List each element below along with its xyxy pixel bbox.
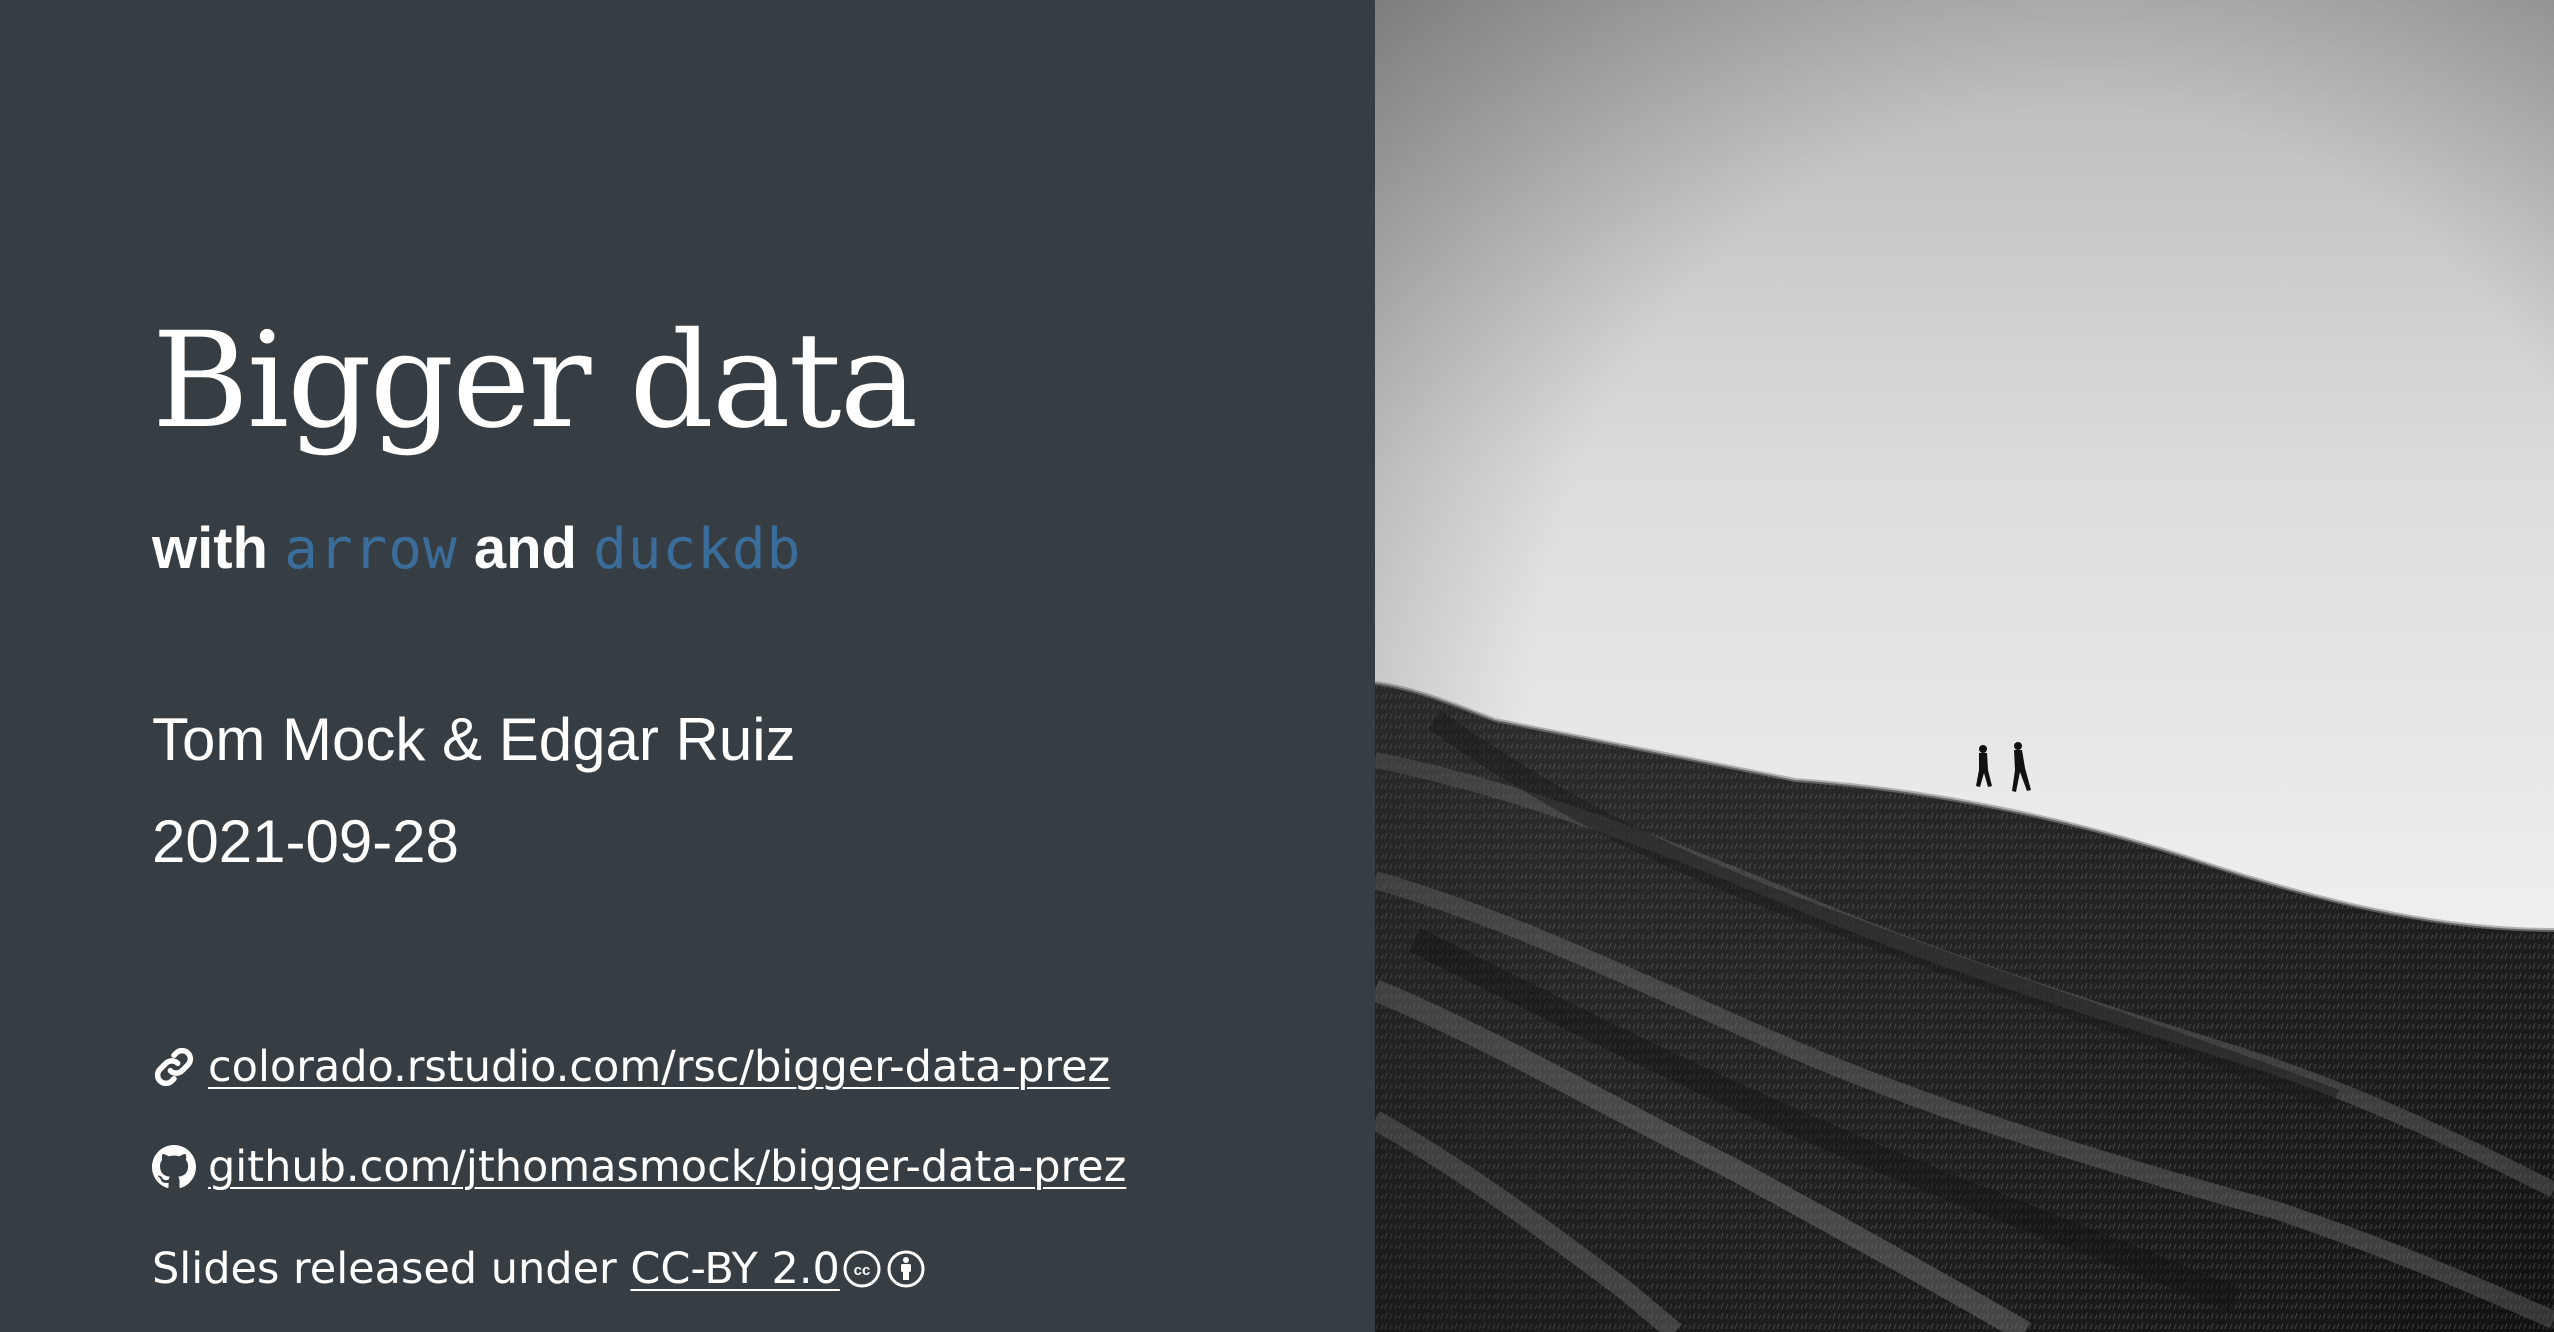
left-panel: Bigger data with arrow and duckdb Tom Mo… — [0, 0, 1375, 1332]
package-duckdb: duckdb — [593, 517, 802, 582]
link-icon — [152, 1045, 196, 1089]
subtitle-and: and — [473, 516, 577, 581]
package-arrow: arrow — [284, 517, 458, 582]
hillside-photo — [1375, 0, 2554, 1332]
license-link[interactable]: CC-BY 2.0 — [630, 1244, 840, 1294]
license-icons: cc — [842, 1249, 926, 1289]
slide-subtitle: with arrow and duckdb — [152, 520, 801, 578]
title-slide: Bigger data with arrow and duckdb Tom Mo… — [0, 0, 2554, 1332]
github-link-row: github.com/jthomasmock/bigger-data-prez — [152, 1142, 1126, 1192]
author-line: Tom Mock & Edgar Ruiz — [152, 706, 796, 773]
subtitle-with: with — [152, 516, 268, 581]
svg-text:cc: cc — [854, 1262, 871, 1279]
license-row: Slides released under CC-BY 2.0 cc — [152, 1244, 926, 1294]
website-link-row: colorado.rstudio.com/rsc/bigger-data-pre… — [152, 1042, 1110, 1092]
github-link[interactable]: github.com/jthomasmock/bigger-data-prez — [208, 1142, 1126, 1192]
website-link[interactable]: colorado.rstudio.com/rsc/bigger-data-pre… — [208, 1042, 1110, 1092]
hillside-photo-image — [1375, 0, 2554, 1332]
attribution-icon — [886, 1249, 926, 1289]
github-icon — [152, 1145, 196, 1189]
date-line: 2021-09-28 — [152, 808, 459, 875]
slide-title: Bigger data — [152, 304, 918, 458]
license-prefix: Slides released under — [152, 1244, 631, 1294]
cc-icon: cc — [842, 1249, 882, 1289]
